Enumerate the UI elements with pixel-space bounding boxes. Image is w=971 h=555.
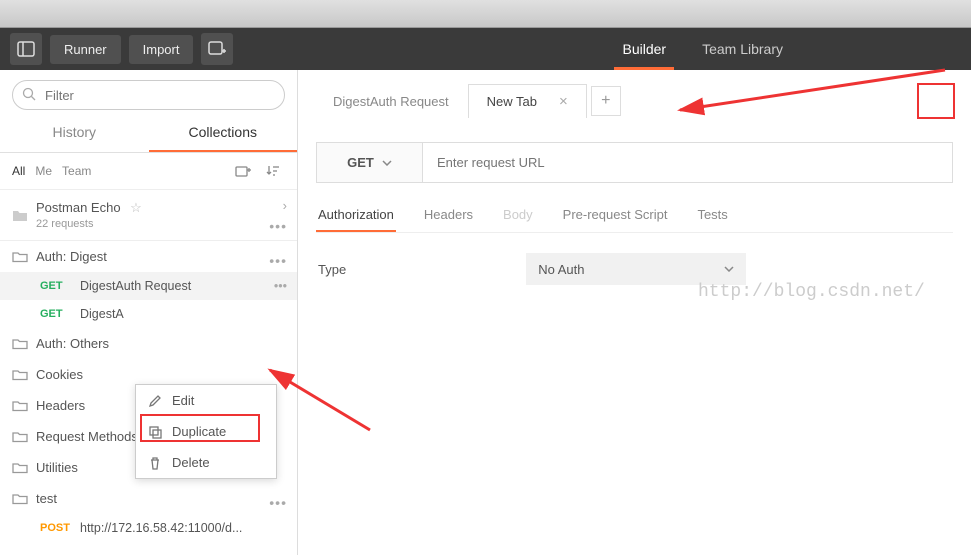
folder-label: Request Methods (36, 429, 138, 444)
ctx-edit[interactable]: Edit (136, 385, 276, 416)
collection-count: 22 requests (36, 218, 142, 230)
main-pane: DigestAuth Request New Tab × + GET Autho… (298, 70, 971, 555)
collections-tab[interactable]: Collections (149, 114, 298, 152)
pencil-icon (148, 394, 162, 408)
collection-postman-echo[interactable]: Postman Echo ☆ 22 requests › ••• (0, 190, 297, 241)
copy-icon (148, 425, 162, 439)
folder-icon (10, 209, 30, 222)
subtab-body[interactable]: Body (501, 199, 535, 232)
folder-label: Auth: Others (36, 336, 109, 351)
request-name: http://172.16.58.42:11000/d... (80, 521, 242, 535)
request-name: DigestA (80, 307, 124, 321)
method-badge: GET (40, 308, 70, 320)
new-window-button[interactable] (201, 33, 233, 65)
collection-more-icon[interactable]: ••• (269, 218, 287, 234)
request-digestauth[interactable]: GET DigestAuth Request ••• (0, 272, 297, 300)
ctx-delete-label: Delete (172, 455, 210, 470)
ctx-duplicate-label: Duplicate (172, 424, 226, 439)
chevron-down-icon (382, 160, 392, 166)
folder-icon (10, 368, 30, 381)
sidebar: History Collections All Me Team (0, 70, 298, 555)
scope-team[interactable]: Team (62, 164, 91, 178)
folder-auth-others[interactable]: Auth: Others (0, 328, 297, 359)
folder-label: Auth: Digest (36, 249, 107, 264)
folder-open-icon (10, 250, 30, 263)
collection-name: Postman Echo (36, 200, 121, 215)
method-badge: POST (40, 522, 70, 534)
sort-icon[interactable] (261, 159, 285, 183)
request-digesta[interactable]: GET DigestA (0, 300, 297, 328)
folder-icon (10, 461, 30, 474)
auth-type-select[interactable]: No Auth (526, 253, 746, 285)
collections-list: Postman Echo ☆ 22 requests › ••• Auth: D… (0, 190, 297, 555)
context-menu: Edit Duplicate Delete (135, 384, 277, 479)
window-titlebar (0, 0, 971, 28)
request-more-icon[interactable]: ••• (274, 279, 287, 293)
request-tab-1[interactable]: New Tab × (468, 84, 587, 118)
folder-icon (10, 337, 30, 350)
folder-open-icon (10, 492, 30, 505)
ctx-edit-label: Edit (172, 393, 194, 408)
url-input[interactable] (423, 143, 952, 182)
search-icon (22, 87, 36, 101)
folder-test[interactable]: test ••• (0, 483, 297, 514)
request-tab-0[interactable]: DigestAuth Request (314, 85, 468, 117)
folder-more-icon[interactable]: ••• (269, 494, 287, 504)
nav-tab-team-library[interactable]: Team Library (684, 28, 801, 70)
toggle-sidebar-button[interactable] (10, 33, 42, 65)
chevron-right-icon[interactable]: › (283, 198, 287, 213)
subtab-prerequest[interactable]: Pre-request Script (561, 199, 670, 232)
tab-label: New Tab (487, 94, 537, 109)
ctx-delete[interactable]: Delete (136, 447, 276, 478)
filter-input[interactable] (12, 80, 285, 110)
top-toolbar: Runner Import Builder Team Library (0, 28, 971, 70)
folder-icon (10, 399, 30, 412)
nav-tab-builder[interactable]: Builder (604, 28, 684, 70)
auth-selected-value: No Auth (538, 262, 584, 277)
request-test-post[interactable]: POST http://172.16.58.42:11000/d... (0, 514, 297, 542)
tab-label: DigestAuth Request (333, 94, 449, 109)
add-collection-icon[interactable] (231, 159, 255, 183)
folder-label: test (36, 491, 57, 506)
subtab-tests[interactable]: Tests (695, 199, 729, 232)
ctx-duplicate[interactable]: Duplicate (136, 416, 276, 447)
add-tab-button[interactable]: + (591, 86, 621, 116)
folder-more-icon[interactable]: ••• (269, 252, 287, 262)
chevron-down-icon (724, 266, 734, 272)
subtab-authorization[interactable]: Authorization (316, 199, 396, 232)
scope-all[interactable]: All (12, 164, 25, 178)
method-label: GET (347, 155, 374, 170)
folder-label: Cookies (36, 367, 83, 382)
folder-label: Utilities (36, 460, 78, 475)
watermark-text: http://blog.csdn.net/ (698, 282, 925, 302)
star-icon[interactable]: ☆ (130, 200, 142, 215)
auth-type-label: Type (318, 262, 346, 277)
close-icon[interactable]: × (559, 93, 568, 110)
method-selector[interactable]: GET (317, 143, 423, 182)
runner-button[interactable]: Runner (50, 35, 121, 64)
subtab-headers[interactable]: Headers (422, 199, 475, 232)
history-tab[interactable]: History (0, 114, 149, 152)
folder-label: Headers (36, 398, 85, 413)
import-button[interactable]: Import (129, 35, 194, 64)
method-badge: GET (40, 280, 70, 292)
trash-icon (148, 456, 162, 470)
request-name: DigestAuth Request (80, 279, 191, 293)
scope-me[interactable]: Me (35, 164, 52, 178)
folder-icon (10, 430, 30, 443)
folder-auth-digest[interactable]: Auth: Digest ••• (0, 241, 297, 272)
